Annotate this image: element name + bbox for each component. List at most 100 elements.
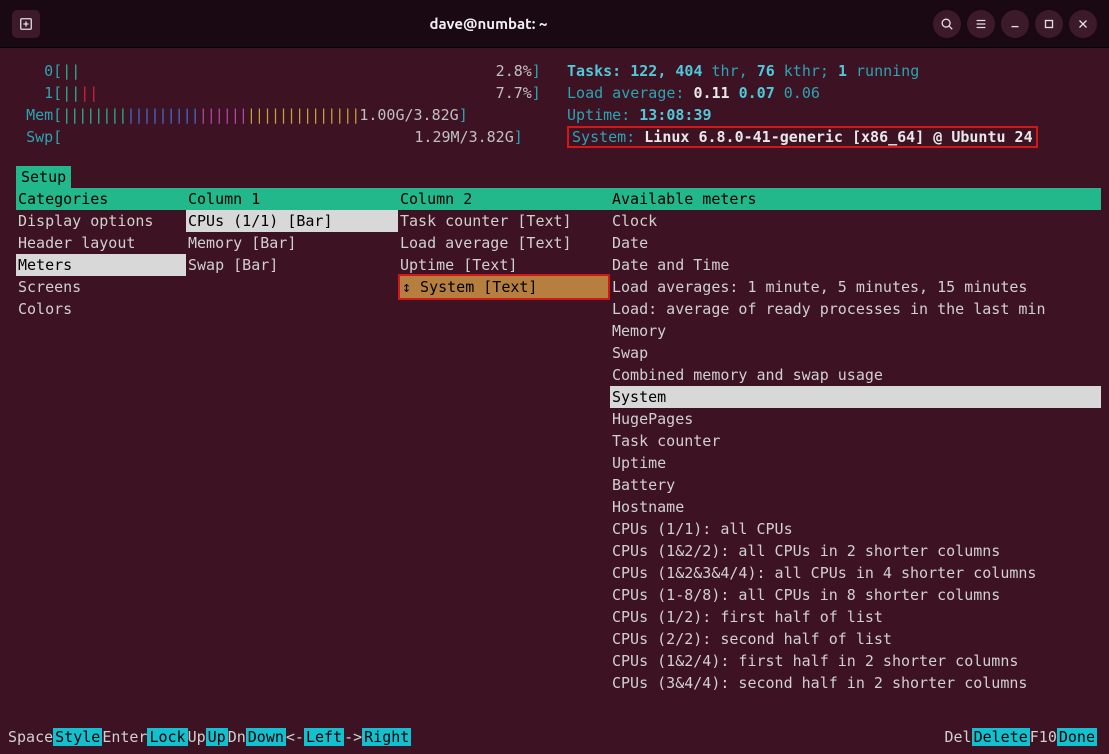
search-icon: [940, 17, 954, 31]
tasks-running-label: running: [856, 62, 919, 80]
footer-action[interactable]: Left: [304, 728, 344, 746]
footer-key: Del: [945, 728, 972, 746]
available-meter-item[interactable]: CPUs (1&2&3&4/4): all CPUs in 4 shorter …: [610, 562, 1101, 584]
available-meter-item[interactable]: Memory: [610, 320, 1101, 342]
available-meter-item[interactable]: Date: [610, 232, 1101, 254]
footer-key: Space: [8, 728, 53, 746]
available-meter-item[interactable]: CPUs (1&2/4): first half in 2 shorter co…: [610, 650, 1101, 672]
available-meter-item[interactable]: Clock: [610, 210, 1101, 232]
maximize-icon: [1042, 17, 1056, 31]
load-v1: 0.11: [693, 84, 729, 102]
footer-action[interactable]: Right: [362, 728, 411, 746]
footer-action[interactable]: Lock: [147, 728, 187, 746]
column-1: Column 1 CPUs (1/1) [Bar]Memory [Bar]Swa…: [186, 188, 398, 694]
footer-action[interactable]: Up: [206, 728, 228, 746]
footer-key: ->: [344, 728, 362, 746]
column2-item[interactable]: Uptime [Text]: [398, 254, 610, 276]
footer-key: F10: [1030, 728, 1057, 746]
column-2: Column 2 Task counter [Text]Load average…: [398, 188, 610, 694]
setup-header: Setup: [16, 166, 71, 188]
available-meter-item[interactable]: Load averages: 1 minute, 5 minutes, 15 m…: [610, 276, 1101, 298]
close-button[interactable]: [1069, 10, 1097, 38]
available-meter-item[interactable]: CPUs (1-8/8): all CPUs in 8 shorter colu…: [610, 584, 1101, 606]
available-header: Available meters: [610, 188, 1101, 210]
cpu-usage-0: 2.8%: [496, 62, 532, 80]
tasks-thr-label: thr,: [712, 62, 748, 80]
footer-key: Up: [188, 728, 206, 746]
categories-header: Categories: [16, 188, 186, 210]
footer-action[interactable]: Down: [246, 728, 286, 746]
cpu-id-1: 1: [44, 84, 53, 102]
cpu-row-0: 0[|| 2.8%] Tasks: 122, 404 thr, 76 kthr;…: [8, 60, 1101, 82]
load-v3: 0.06: [784, 84, 820, 102]
titlebar: dave@numbat: ~: [0, 0, 1109, 48]
cpu-id-0: 0: [44, 62, 53, 80]
footer-action[interactable]: Style: [53, 728, 102, 746]
available-meter-item[interactable]: System: [610, 386, 1101, 408]
column1-item[interactable]: Swap [Bar]: [186, 254, 398, 276]
available-meter-item[interactable]: Uptime: [610, 452, 1101, 474]
available-meter-item[interactable]: HugePages: [610, 408, 1101, 430]
column-2-header: Column 2: [398, 188, 610, 210]
footer-key: <-: [286, 728, 304, 746]
category-item[interactable]: Screens: [16, 276, 186, 298]
categories-column: Categories Display optionsHeader layoutM…: [16, 188, 186, 694]
uptime-value: 13:08:39: [639, 106, 711, 124]
footer-key: Enter: [102, 728, 147, 746]
load-v2: 0.07: [739, 84, 775, 102]
column2-item[interactable]: Task counter [Text]: [398, 210, 610, 232]
category-item[interactable]: Meters: [16, 254, 186, 276]
cpu-usage-1: 7.7%: [496, 84, 532, 102]
column2-item[interactable]: Load average [Text]: [398, 232, 610, 254]
minimize-button[interactable]: [1001, 10, 1029, 38]
new-tab-button[interactable]: [12, 10, 40, 38]
footer-bar: SpaceStyle EnterLock UpUp DnDown <-Left …: [8, 728, 1097, 746]
column1-item[interactable]: Memory [Bar]: [186, 232, 398, 254]
available-meter-item[interactable]: Load: average of ready processes in the …: [610, 298, 1101, 320]
available-meter-item[interactable]: Task counter: [610, 430, 1101, 452]
available-meter-item[interactable]: Swap: [610, 342, 1101, 364]
tasks-label: Tasks:: [567, 62, 621, 80]
hamburger-icon: [974, 17, 988, 31]
window-title: dave@numbat: ~: [44, 15, 933, 32]
system-value: Linux 6.8.0-41-generic [x86_64] @ Ubuntu…: [644, 128, 1032, 146]
tasks-thr: 404: [675, 62, 702, 80]
category-item[interactable]: Display options: [16, 210, 186, 232]
column2-item-active[interactable]: ↕ System [Text]: [398, 274, 610, 300]
category-item[interactable]: Colors: [16, 298, 186, 320]
system-label: System:: [572, 128, 635, 146]
category-item[interactable]: Header layout: [16, 232, 186, 254]
available-meter-item[interactable]: Date and Time: [610, 254, 1101, 276]
available-meter-item[interactable]: Battery: [610, 474, 1101, 496]
available-meter-item[interactable]: CPUs (2/2): second half of list: [610, 628, 1101, 650]
available-meter-item[interactable]: CPUs (3&4/4): second half in 2 shorter c…: [610, 672, 1101, 694]
tasks-kthr: 76: [757, 62, 775, 80]
minimize-icon: [1008, 17, 1022, 31]
footer-action[interactable]: Delete: [972, 728, 1030, 746]
mem-label: Mem: [26, 106, 53, 124]
maximize-button[interactable]: [1035, 10, 1063, 38]
swp-row: Swp[ 1.29M/3.82G] System: Linux 6.8.0-41…: [8, 126, 1101, 148]
available-meter-item[interactable]: CPUs (1/2): first half of list: [610, 606, 1101, 628]
available-meter-item[interactable]: CPUs (1/1): all CPUs: [610, 518, 1101, 540]
tasks-running: 1: [838, 62, 847, 80]
tasks-kthr-label: kthr;: [784, 62, 829, 80]
tasks-count: 122: [630, 62, 657, 80]
available-meter-item[interactable]: CPUs (1&2/2): all CPUs in 2 shorter colu…: [610, 540, 1101, 562]
search-button[interactable]: [933, 10, 961, 38]
mem-row: Mem[||||||||||||||||||||||||||||||||||||…: [8, 104, 1101, 126]
setup-area: Categories Display optionsHeader layoutM…: [8, 188, 1101, 694]
footer-key: Dn: [228, 728, 246, 746]
new-tab-icon: [19, 17, 33, 31]
menu-button[interactable]: [967, 10, 995, 38]
system-info-highlight: System: Linux 6.8.0-41-generic [x86_64] …: [567, 126, 1038, 148]
available-meter-item[interactable]: Combined memory and swap usage: [610, 364, 1101, 386]
available-meters-column: Available meters ClockDateDate and TimeL…: [610, 188, 1101, 694]
load-label: Load average:: [567, 84, 684, 102]
swp-value: 1.29M/3.82G: [414, 128, 513, 146]
available-meter-item[interactable]: Hostname: [610, 496, 1101, 518]
column1-item[interactable]: CPUs (1/1) [Bar]: [186, 210, 398, 232]
mem-value: 1.00G/3.82G: [359, 106, 458, 124]
swp-label: Swp: [26, 128, 53, 146]
footer-action[interactable]: Done: [1057, 728, 1097, 746]
